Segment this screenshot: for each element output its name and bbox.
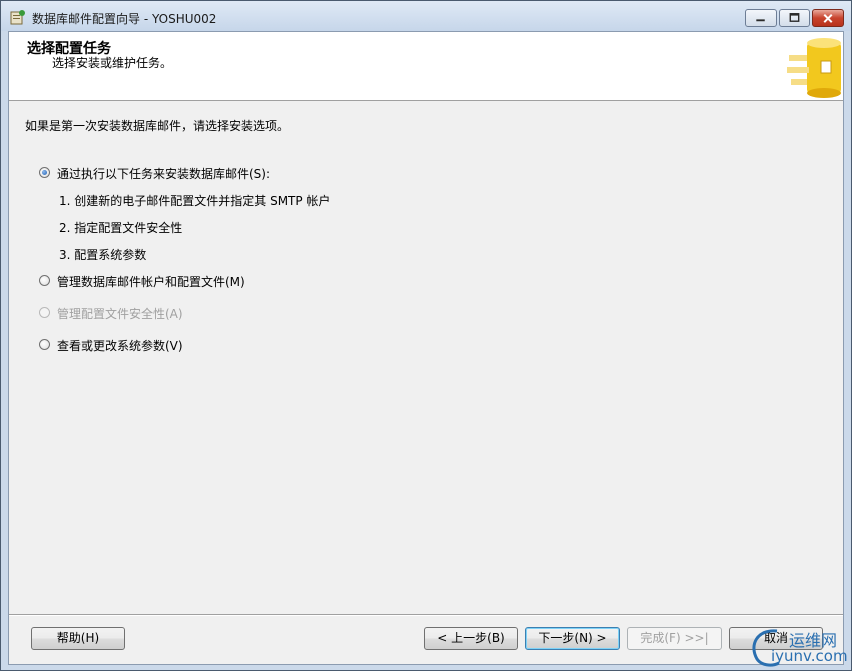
help-button[interactable]: 帮助(H) (31, 627, 125, 650)
radio-profile-security (39, 307, 50, 318)
radio-system-parameters[interactable] (39, 339, 50, 350)
intro-text: 如果是第一次安装数据库邮件，请选择安装选项。 (25, 119, 290, 133)
maximize-icon (789, 13, 800, 22)
watermark-url: iyunv.com (771, 647, 848, 665)
option-manage-accounts-label: 管理数据库邮件帐户和配置文件(M) (57, 275, 245, 289)
maximize-button[interactable] (779, 9, 810, 27)
install-step-2: 2. 指定配置文件安全性 (59, 221, 183, 235)
watermark-logo: 运维网 iyunv.com (747, 625, 851, 669)
wizard-client-area: 选择配置任务 选择安装或维护任务。 如果是第一次安装数据库邮件，请选择安装选项。… (8, 31, 844, 665)
install-step-3: 3. 配置系统参数 (59, 248, 147, 262)
next-button[interactable]: 下一步(N) > (525, 627, 620, 650)
back-button[interactable]: < 上一步(B) (424, 627, 518, 650)
database-gold-icon (785, 37, 843, 99)
page-subtitle: 选择安装或维护任务。 (52, 56, 173, 70)
wizard-window: 数据库邮件配置向导 - YOSHU002 选择配置任务 选择安装或维护任务。 如… (0, 0, 852, 671)
option-system-parameters-label: 查看或更改系统参数(V) (57, 339, 183, 353)
option-profile-security-label: 管理配置文件安全性(A) (57, 307, 183, 321)
radio-manage-accounts[interactable] (39, 275, 50, 286)
minimize-icon (756, 19, 765, 22)
install-step-1: 1. 创建新的电子邮件配置文件并指定其 SMTP 帐户 (59, 194, 331, 208)
footer-separator (9, 614, 843, 616)
window-title: 数据库邮件配置向导 - YOSHU002 (32, 12, 217, 26)
wizard-header: 选择配置任务 选择安装或维护任务。 (9, 32, 843, 101)
wizard-app-icon (10, 10, 25, 25)
title-bar[interactable]: 数据库邮件配置向导 - YOSHU002 (1, 1, 851, 31)
close-button[interactable] (812, 9, 844, 27)
radio-install[interactable] (39, 167, 50, 178)
finish-button: 完成(F) >>| (627, 627, 722, 650)
minimize-button[interactable] (745, 9, 777, 27)
close-icon (823, 13, 833, 23)
option-install-label: 通过执行以下任务来安装数据库邮件(S): (57, 167, 271, 181)
